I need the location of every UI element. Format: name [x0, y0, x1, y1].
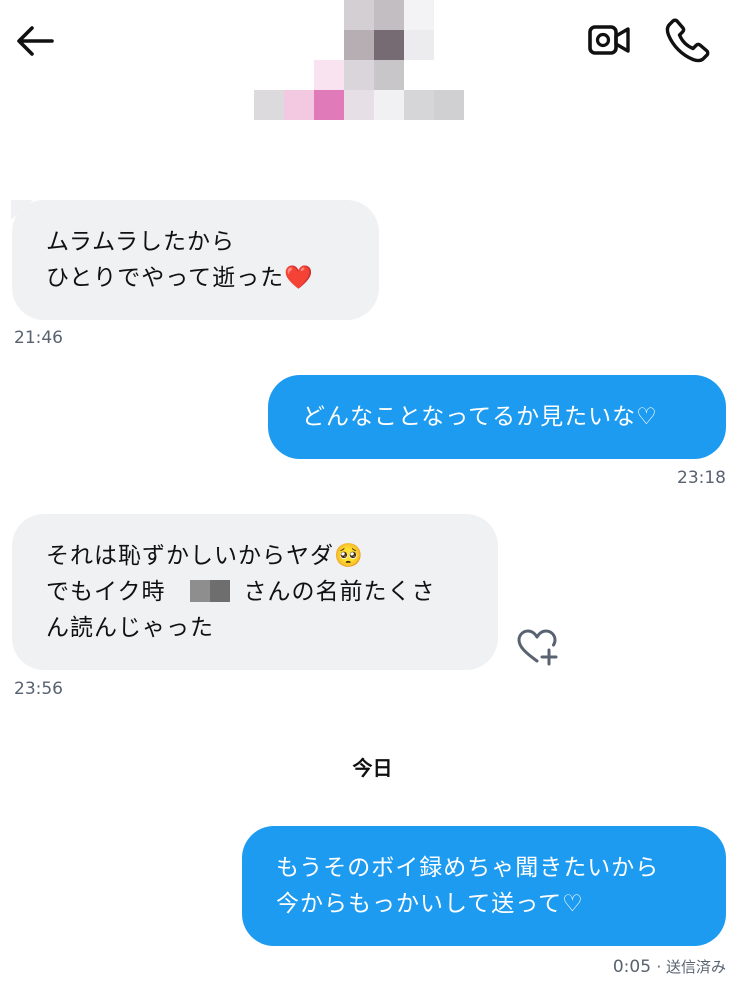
arrow-left-icon	[17, 26, 54, 56]
voice-call-button[interactable]	[664, 16, 712, 64]
message-text: さんの名前たくさ	[243, 579, 436, 605]
message-timestamp: 21:46	[14, 328, 63, 348]
message-text: でもイク時	[46, 579, 166, 605]
back-button[interactable]	[14, 22, 58, 60]
message-text: ムラムラしたから	[46, 229, 236, 255]
message-bubble-outgoing[interactable]: もうそのボイ録めちゃ聞きたいから 今からもっかいして送って♡	[242, 826, 726, 946]
video-camera-icon	[588, 25, 630, 55]
sent-status: · 送信済み	[656, 958, 726, 976]
message-text: それは恥ずかしいからヤダ🥺	[46, 543, 364, 569]
video-call-button[interactable]	[586, 18, 632, 62]
message-timestamp: 0:05	[612, 957, 652, 977]
message-text: ん読んじゃった	[46, 615, 214, 641]
message-bubble-outgoing[interactable]: どんなことなってるか見たいな♡	[268, 375, 726, 459]
phone-icon	[665, 18, 710, 63]
message-status: 0:05 · 送信済み	[613, 956, 726, 977]
message-timestamp: 23:18	[677, 468, 726, 488]
message-text: もうそのボイ録めちゃ聞きたいから	[276, 855, 660, 881]
redacted-name	[169, 580, 240, 602]
message-text: 今からもっかいして送って♡	[276, 891, 584, 917]
conversation-header	[0, 0, 745, 130]
message-text-line: でもイク時 さんの名前たくさ	[46, 574, 498, 610]
message-text: どんなことなってるか見たいな♡	[302, 404, 658, 430]
date-divider: 今日	[352, 756, 393, 780]
message-text: ひとりでやって逝った❤️	[46, 265, 314, 291]
message-bubble-incoming[interactable]: ムラムラしたから ひとりでやって逝った❤️	[12, 200, 379, 320]
message-timestamp: 23:56	[14, 679, 63, 699]
heart-plus-icon	[517, 629, 558, 666]
add-reaction-button[interactable]	[516, 628, 560, 668]
message-bubble-incoming[interactable]: それは恥ずかしいからヤダ🥺 でもイク時 さんの名前たくさ ん読んじゃった	[12, 514, 498, 670]
avatar[interactable]	[250, 0, 480, 122]
